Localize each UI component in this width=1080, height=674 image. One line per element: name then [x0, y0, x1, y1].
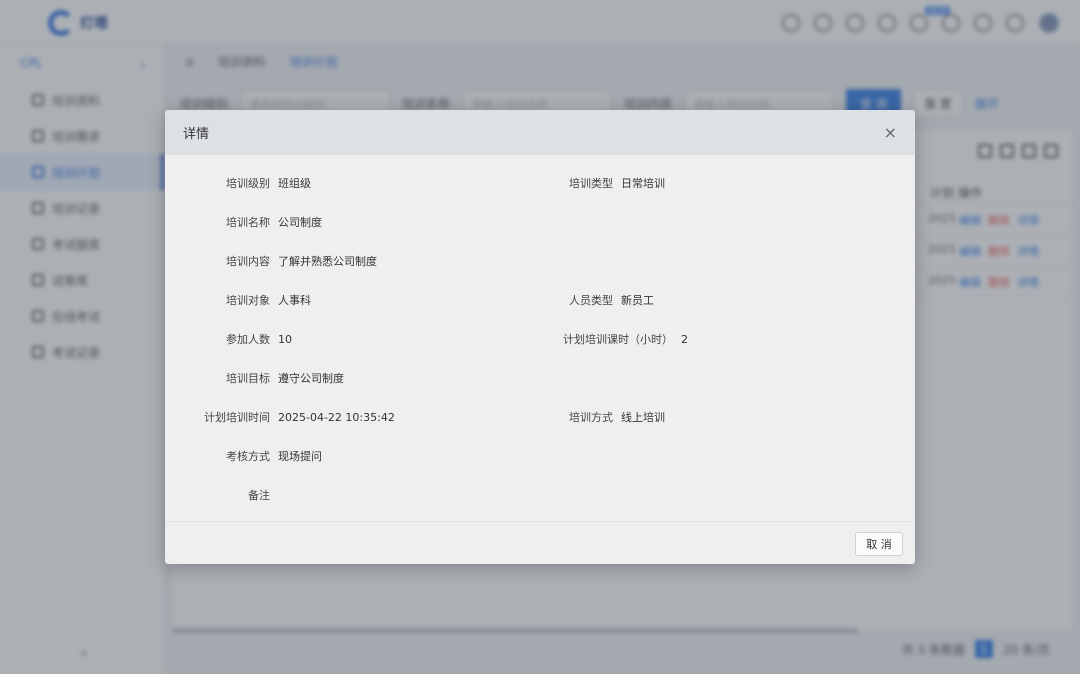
- modal-body: 培训级别 班组级 培训名称 公司制度 培训内容 了解并熟悉公司制度 培训对象 人…: [165, 155, 915, 521]
- field-hours: 计划培训课时（小时） 2: [465, 331, 688, 347]
- field-target-value: 人事科: [278, 294, 311, 307]
- detail-modal: 详情 × 培训级别 班组级 培训名称 公司制度 培训内容 了解并熟悉公司制度 培…: [165, 110, 915, 564]
- field-target-label: 培训对象: [226, 294, 270, 307]
- field-target: 培训对象 人事科: [165, 292, 311, 308]
- field-level-value: 班组级: [278, 177, 311, 190]
- modal-header: 详情 ×: [165, 110, 915, 155]
- field-hours-value: 2: [681, 332, 688, 346]
- field-assess-label: 考核方式: [226, 450, 270, 463]
- field-staff-type: 人员类型 新员工: [465, 292, 654, 308]
- field-method: 培训方式 线上培训: [465, 409, 665, 425]
- field-remark-label: 备注: [248, 489, 270, 502]
- field-method-value: 线上培训: [621, 411, 665, 424]
- modal-footer: 取 消: [165, 521, 915, 564]
- field-name-value: 公司制度: [278, 216, 322, 229]
- field-remark: 备注: [165, 487, 278, 503]
- field-type-label: 培训类型: [569, 177, 613, 190]
- field-goal-label: 培训目标: [226, 372, 270, 385]
- field-count-label: 参加人数: [226, 333, 270, 346]
- field-type-value: 日常培训: [621, 177, 665, 190]
- field-content-value: 了解并熟悉公司制度: [278, 255, 377, 268]
- field-name: 培训名称 公司制度: [165, 214, 322, 230]
- cancel-button[interactable]: 取 消: [855, 532, 903, 556]
- field-time-value: 2025-04-22 10:35:42: [278, 410, 395, 424]
- field-hours-label: 计划培训课时（小时）: [563, 333, 673, 346]
- field-level-label: 培训级别: [226, 177, 270, 190]
- field-assess-value: 现场提问: [278, 450, 322, 463]
- modal-title: 详情: [183, 127, 210, 142]
- close-icon[interactable]: ×: [884, 123, 897, 142]
- field-staff-type-label: 人员类型: [569, 294, 613, 307]
- field-content: 培训内容 了解并熟悉公司制度: [165, 253, 377, 269]
- field-count-value: 10: [278, 332, 292, 346]
- field-type: 培训类型 日常培训: [465, 175, 665, 191]
- field-time-label: 计划培训时间: [204, 411, 270, 424]
- field-level: 培训级别 班组级: [165, 175, 311, 191]
- field-method-label: 培训方式: [569, 411, 613, 424]
- field-staff-type-value: 新员工: [621, 294, 654, 307]
- field-time: 计划培训时间 2025-04-22 10:35:42: [165, 409, 395, 425]
- field-content-label: 培训内容: [226, 255, 270, 268]
- field-assess: 考核方式 现场提问: [165, 448, 322, 464]
- field-goal: 培训目标 遵守公司制度: [165, 370, 344, 386]
- field-count: 参加人数 10: [165, 331, 292, 347]
- field-name-label: 培训名称: [226, 216, 270, 229]
- field-goal-value: 遵守公司制度: [278, 372, 344, 385]
